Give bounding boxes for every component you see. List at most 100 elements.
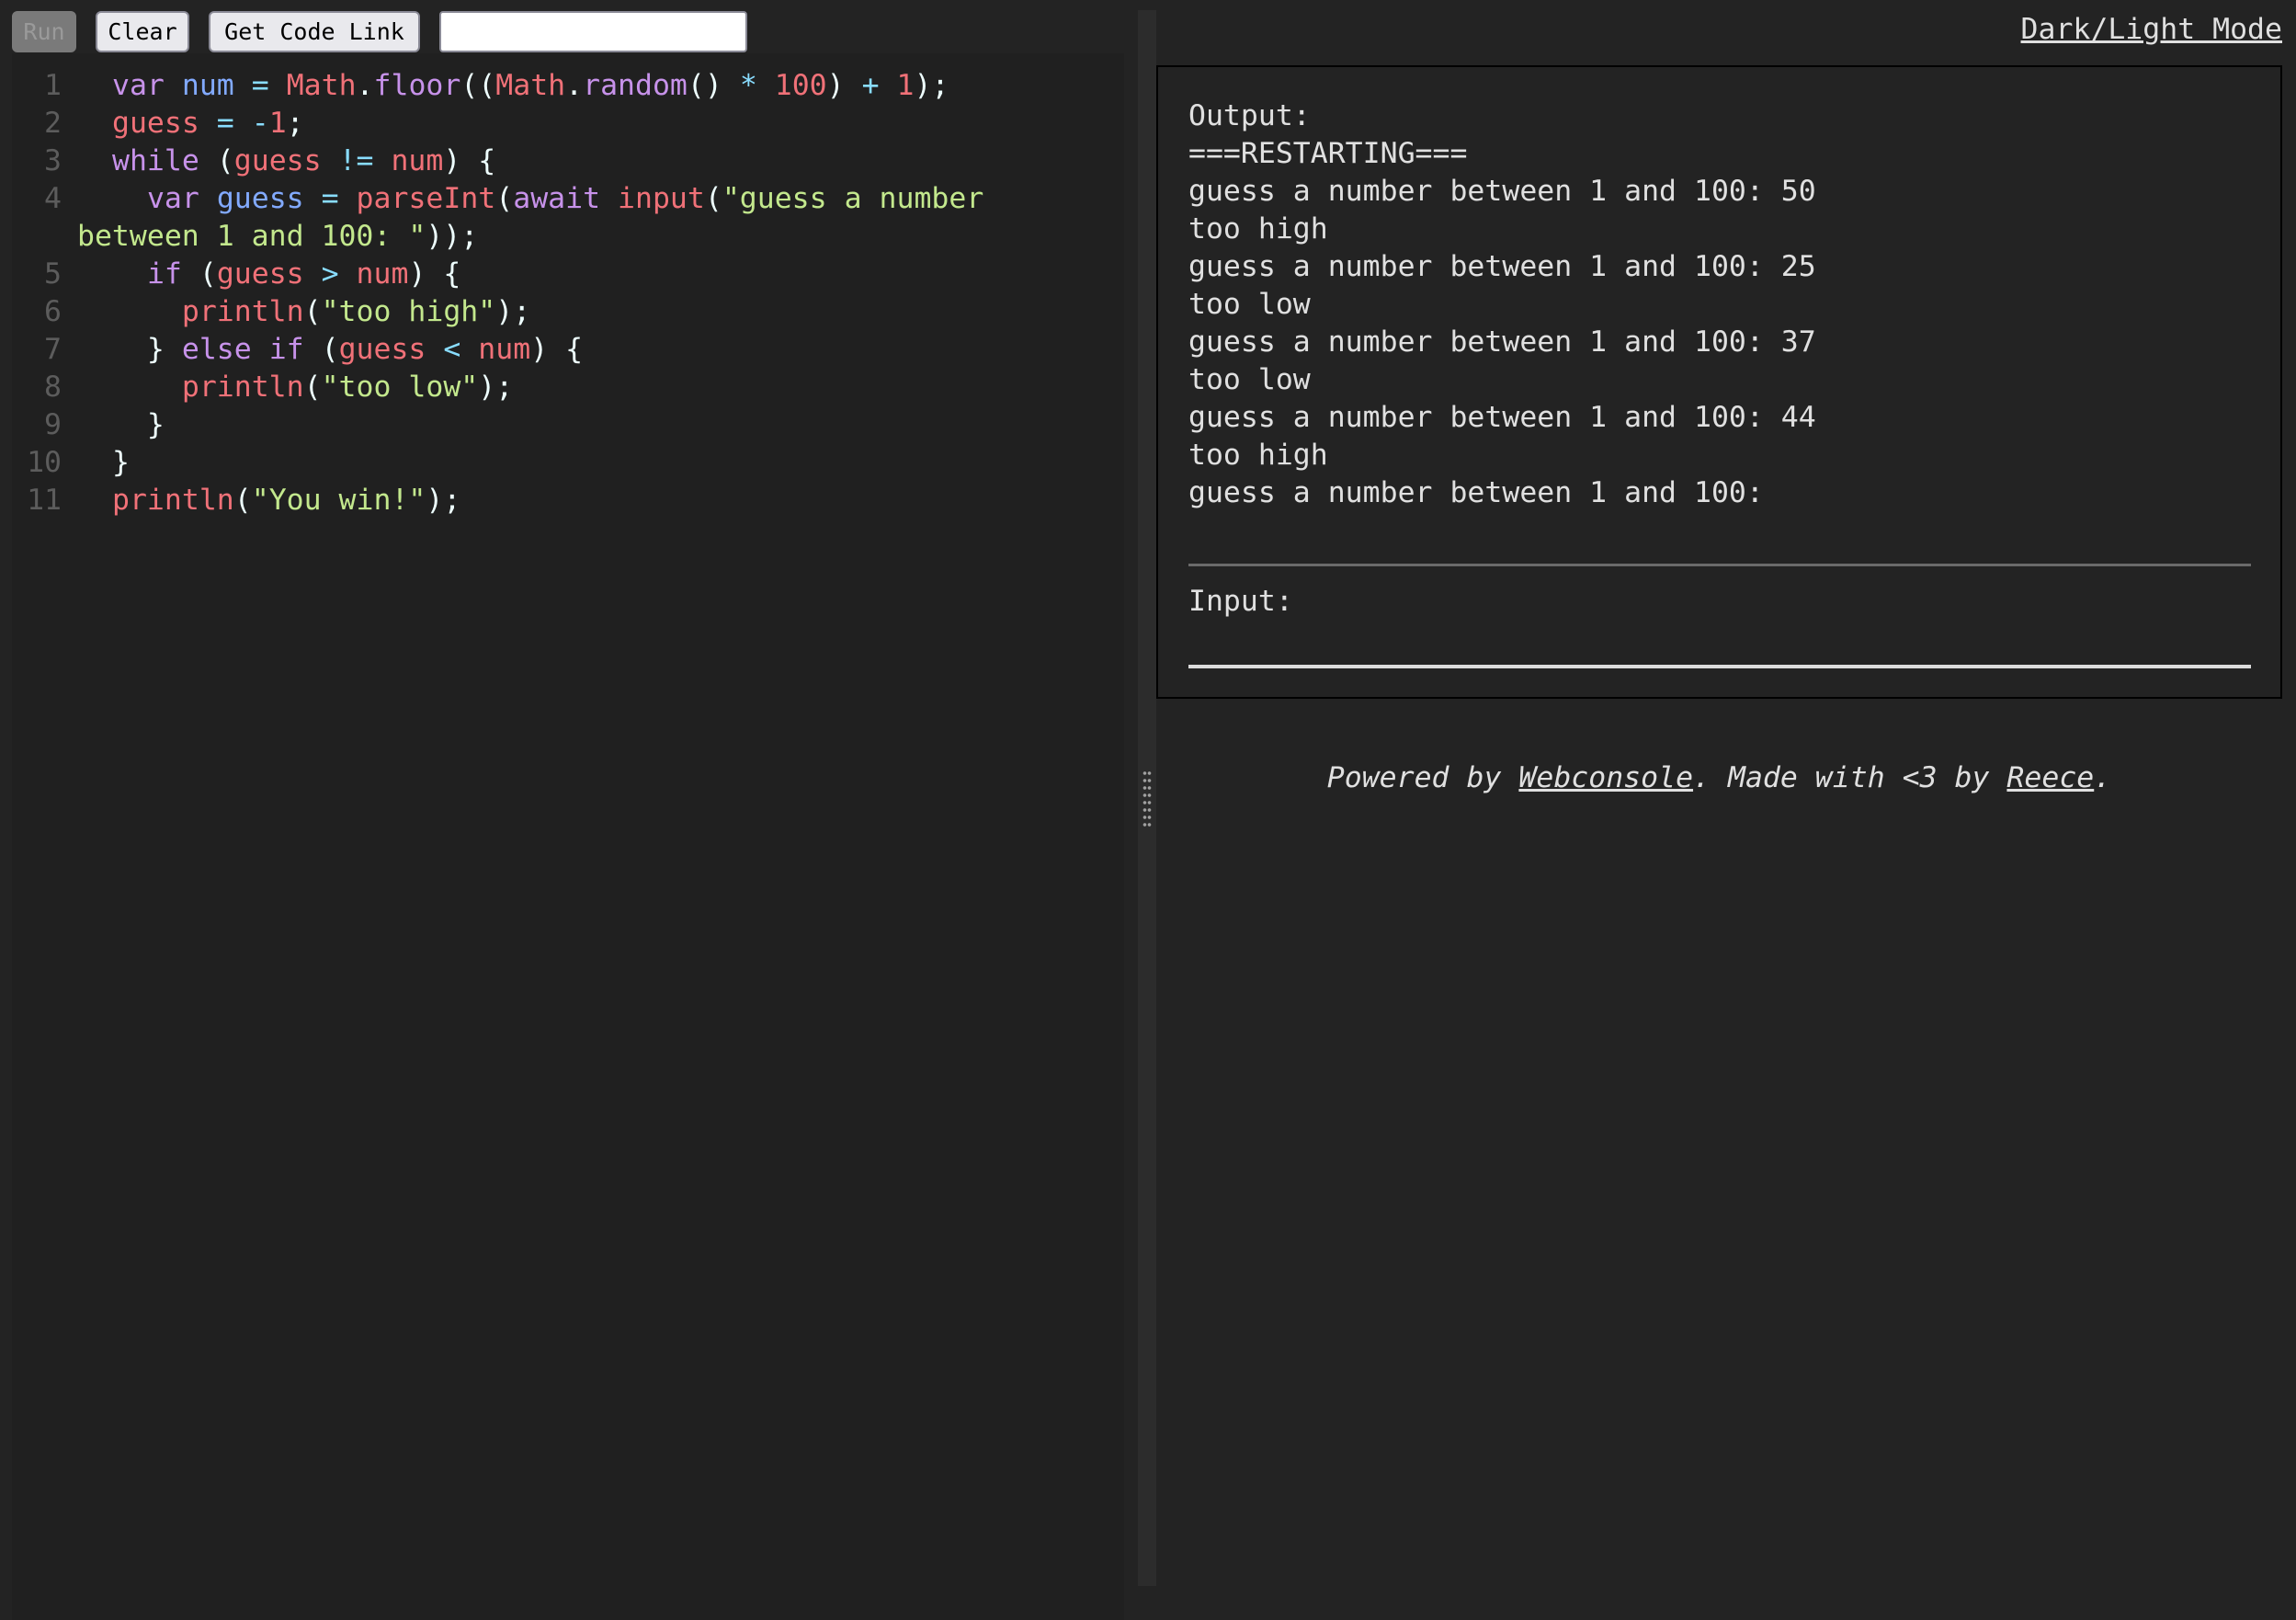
code-token: = xyxy=(321,182,339,215)
code-token: guess xyxy=(112,107,199,140)
code-token: ); xyxy=(478,371,514,404)
get-code-link-button[interactable]: Get Code Link xyxy=(209,11,420,52)
code-token: )); xyxy=(426,220,479,253)
code-line: 5 if (guess > num) { xyxy=(12,256,1124,293)
code-token: } xyxy=(112,408,165,441)
webconsole-link[interactable]: Webconsole xyxy=(1518,761,1693,794)
code-token: 1 xyxy=(896,69,915,102)
code-token: var xyxy=(112,69,165,102)
code-token: - xyxy=(251,107,269,140)
code-editor[interactable]: 1 var num = Math.floor((Math.random() * 1… xyxy=(12,53,1124,1620)
output-label: Output: xyxy=(1188,99,1311,132)
code-token: println xyxy=(181,295,304,328)
code-token: ); xyxy=(426,484,461,517)
code-token: ( xyxy=(233,484,252,517)
code-line: 4 var guess = parseInt(await input("gues… xyxy=(12,180,1124,218)
code-token: "You win!" xyxy=(251,484,426,517)
code-line: 1 var num = Math.floor((Math.random() * 1… xyxy=(12,67,1124,105)
code-text: } else if (guess < num) { xyxy=(112,331,583,369)
line-number: 2 xyxy=(44,107,62,140)
code-text: println("You win!"); xyxy=(112,482,460,519)
code-token: between 1 and 100: " xyxy=(77,220,426,253)
code-text: while (guess != num) { xyxy=(112,143,495,180)
code-token: ( xyxy=(303,371,322,404)
code-token: ( xyxy=(199,144,234,177)
output-line: too low xyxy=(1188,363,1311,396)
code-token: if xyxy=(268,333,304,366)
console-input[interactable] xyxy=(1188,628,2251,668)
code-token: await xyxy=(513,182,601,215)
code-token: "too high" xyxy=(321,295,496,328)
dark-light-mode-toggle[interactable]: Dark/Light Mode xyxy=(2021,11,2282,49)
code-token: input xyxy=(618,182,705,215)
code-line: 9 } xyxy=(12,406,1124,444)
run-button[interactable]: Run xyxy=(12,11,76,52)
code-token: ( xyxy=(704,182,722,215)
output-line: too high xyxy=(1188,212,1328,245)
code-token: num xyxy=(356,257,409,291)
code-token: != xyxy=(338,144,374,177)
clear-button[interactable]: Clear xyxy=(96,11,189,52)
code-token: ) { xyxy=(408,257,461,291)
code-token: ); xyxy=(914,69,949,102)
code-token: random xyxy=(583,69,688,102)
code-text: guess = -1; xyxy=(112,105,304,143)
code-link-field[interactable] xyxy=(439,11,747,52)
code-token: guess xyxy=(338,333,426,366)
code-token: ( xyxy=(181,257,217,291)
code-token: . xyxy=(356,69,374,102)
footer-middle: . Made with <3 by xyxy=(1693,761,2007,794)
code-token: num xyxy=(391,144,444,177)
code-token: "too low" xyxy=(321,371,479,404)
code-text: between 1 and 100: ")); xyxy=(77,218,478,256)
code-line: 7 } else if (guess < num) { xyxy=(12,331,1124,369)
code-token: ) { xyxy=(530,333,584,366)
code-token: > xyxy=(321,257,339,291)
output-line: guess a number between 1 and 100: 44 xyxy=(1188,401,1816,434)
output-line: ===RESTARTING=== xyxy=(1188,137,1468,170)
code-token: ); xyxy=(495,295,531,328)
code-token: else xyxy=(181,333,252,366)
code-text: println("too low"); xyxy=(112,369,513,406)
input-label: Input: xyxy=(1188,585,1293,618)
code-token: . xyxy=(565,69,584,102)
code-token: num xyxy=(181,69,234,102)
code-token: < xyxy=(443,333,461,366)
code-token: } xyxy=(112,446,130,479)
code-line: 2 guess = -1; xyxy=(12,105,1124,143)
line-number: 5 xyxy=(44,257,62,291)
code-line: 11 println("You win!"); xyxy=(12,482,1124,519)
code-token: parseInt xyxy=(356,182,496,215)
drag-handle-icon[interactable] xyxy=(1142,770,1152,827)
code-text: } xyxy=(112,406,165,444)
output-line: guess a number between 1 and 100: xyxy=(1188,476,1764,509)
reece-link[interactable]: Reece xyxy=(2006,761,2094,794)
line-number: 8 xyxy=(44,371,62,404)
panel-splitter[interactable] xyxy=(1138,10,1156,1586)
line-number: 3 xyxy=(44,144,62,177)
console-divider xyxy=(1188,564,2251,566)
code-text: var num = Math.floor((Math.random() * 10… xyxy=(112,67,949,105)
code-text: if (guess > num) { xyxy=(112,256,460,293)
output-line: too low xyxy=(1188,288,1311,321)
code-token: () xyxy=(687,69,740,102)
code-token: ; xyxy=(286,107,304,140)
code-token: ( xyxy=(303,295,322,328)
code-token: "guess a number xyxy=(722,182,984,215)
code-token: var xyxy=(146,182,199,215)
code-text: var guess = parseInt(await input("guess … xyxy=(112,180,983,218)
code-token: * xyxy=(739,69,757,102)
code-token: + xyxy=(861,69,880,102)
code-token: 1 xyxy=(268,107,287,140)
code-token: num xyxy=(478,333,531,366)
code-token: } xyxy=(112,333,182,366)
